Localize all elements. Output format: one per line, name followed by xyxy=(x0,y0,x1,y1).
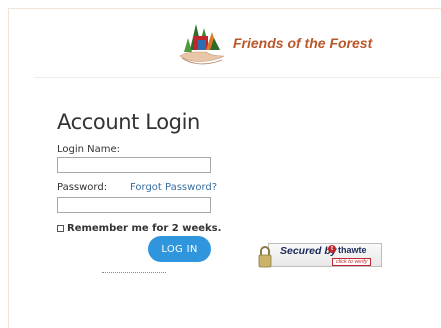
remember-me-checkbox[interactable] xyxy=(57,225,64,232)
padlock-icon xyxy=(258,246,272,268)
thawte-brand: thawte xyxy=(338,245,367,255)
thawte-mark-icon: t xyxy=(328,245,336,253)
thawte-seal[interactable]: Secured by t thawte click to verify xyxy=(258,239,382,269)
brand-name[interactable]: Friends of the Forest xyxy=(233,35,372,51)
forest-logo-icon xyxy=(179,24,225,65)
dotted-divider xyxy=(102,272,166,273)
login-name-input[interactable] xyxy=(57,157,211,173)
password-input[interactable] xyxy=(57,197,211,213)
click-to-verify[interactable]: click to verify xyxy=(332,258,372,266)
password-label: Password: xyxy=(57,182,108,193)
header-divider xyxy=(34,77,441,78)
remember-me-option[interactable]: Remember me for 2 weeks. xyxy=(57,223,221,234)
login-button[interactable]: LOG IN xyxy=(148,236,211,262)
remember-me-label: Remember me for 2 weeks. xyxy=(67,223,222,234)
forgot-password-link[interactable]: Forgot Password? xyxy=(130,182,217,193)
page-title: Account Login xyxy=(57,110,200,134)
login-name-label: Login Name: xyxy=(57,144,121,155)
